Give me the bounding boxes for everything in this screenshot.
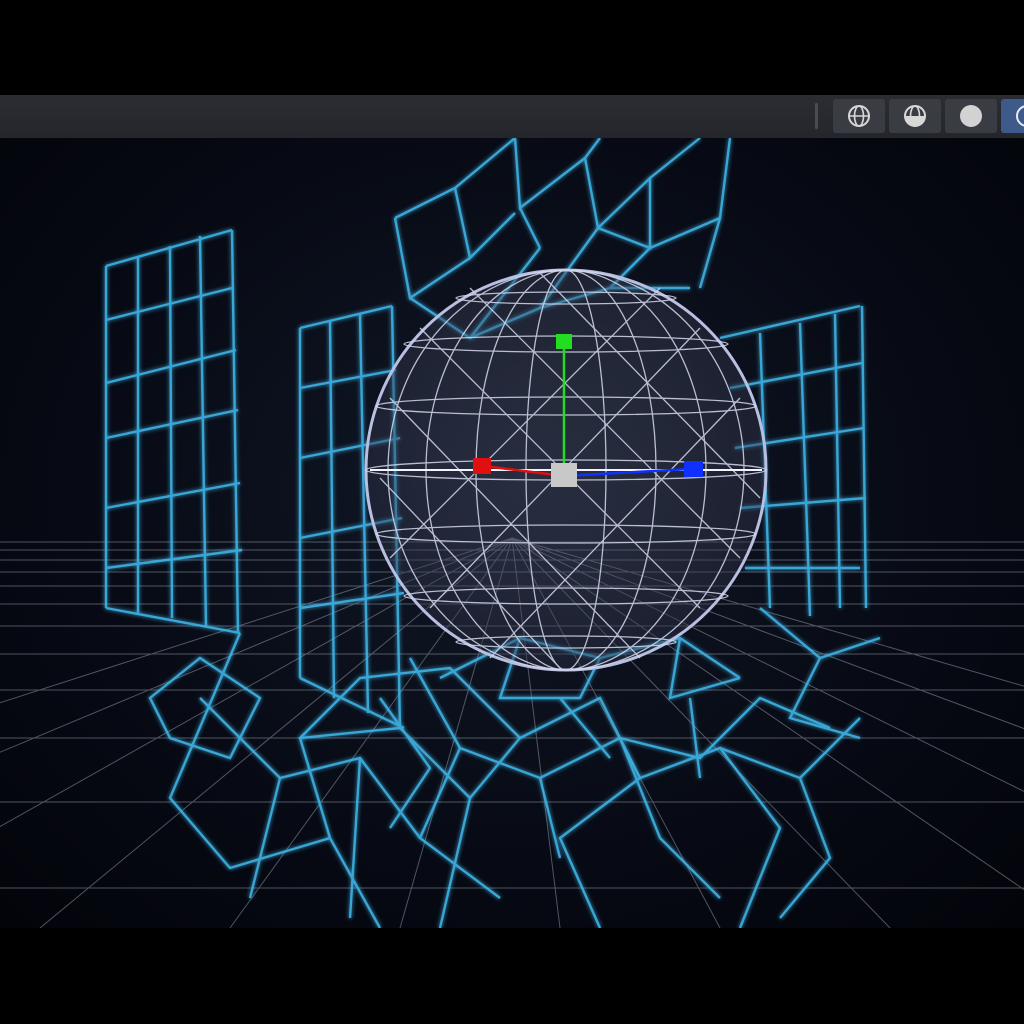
viewport-header-toolbar	[0, 95, 1024, 139]
gizmo-center-handle[interactable]	[551, 463, 577, 487]
wireframe-shading-button[interactable]	[833, 99, 885, 133]
rendered-shading-button[interactable]	[1001, 99, 1024, 133]
letterbox-bottom	[0, 928, 1024, 1024]
solid-wire-shading-button[interactable]	[889, 99, 941, 133]
3d-viewport[interactable]	[0, 138, 1024, 928]
wireframe-sphere-icon	[848, 105, 870, 127]
solid-shading-button[interactable]	[945, 99, 997, 133]
gizmo-y-handle[interactable]	[556, 334, 572, 349]
rendered-sphere-icon	[1016, 105, 1024, 127]
viewport-scene	[0, 138, 1024, 928]
gizmo-x-handle[interactable]	[473, 458, 491, 474]
gizmo-z-handle[interactable]	[684, 461, 703, 477]
letterbox-top	[0, 0, 1024, 95]
solid-sphere-icon	[960, 105, 982, 127]
toolbar-separator	[815, 103, 818, 129]
solid-wireframe-sphere-icon	[904, 105, 926, 127]
